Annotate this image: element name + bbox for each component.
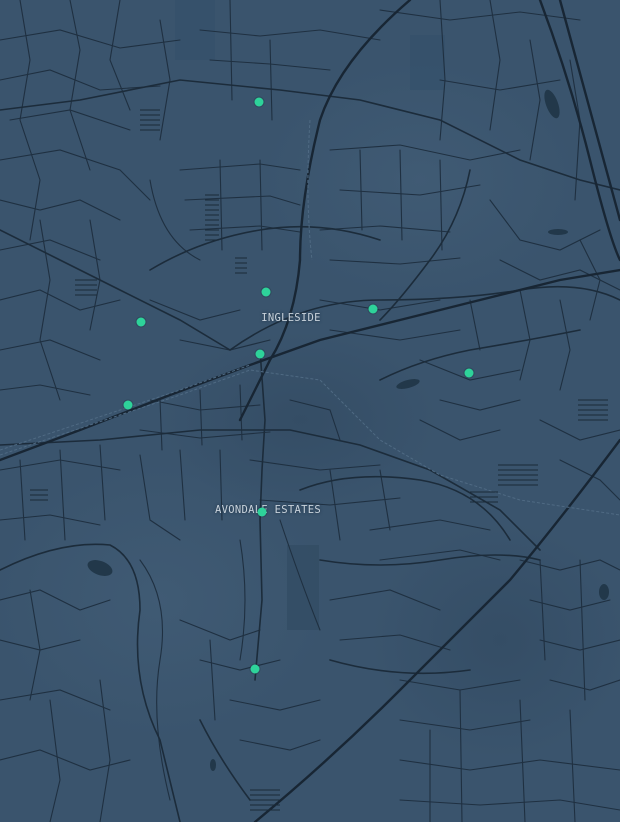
map-basemap (0, 0, 620, 822)
map-pin-dot-icon[interactable] (255, 349, 265, 359)
map-pin-dot-icon[interactable] (254, 97, 264, 107)
map-pin-dot-icon[interactable] (464, 368, 474, 378)
terrain-shading (0, 0, 620, 760)
map-pin-dot-icon[interactable] (250, 664, 260, 674)
map-canvas[interactable]: INGLESIDE AVONDALE ESTATES (0, 0, 620, 822)
map-pin-dot-icon[interactable] (368, 304, 378, 314)
map-pin-dot-icon[interactable] (261, 287, 271, 297)
map-pin-dot-icon[interactable] (257, 507, 267, 517)
map-pin-dot-icon[interactable] (123, 400, 133, 410)
map-pin-dot-icon[interactable] (136, 317, 146, 327)
